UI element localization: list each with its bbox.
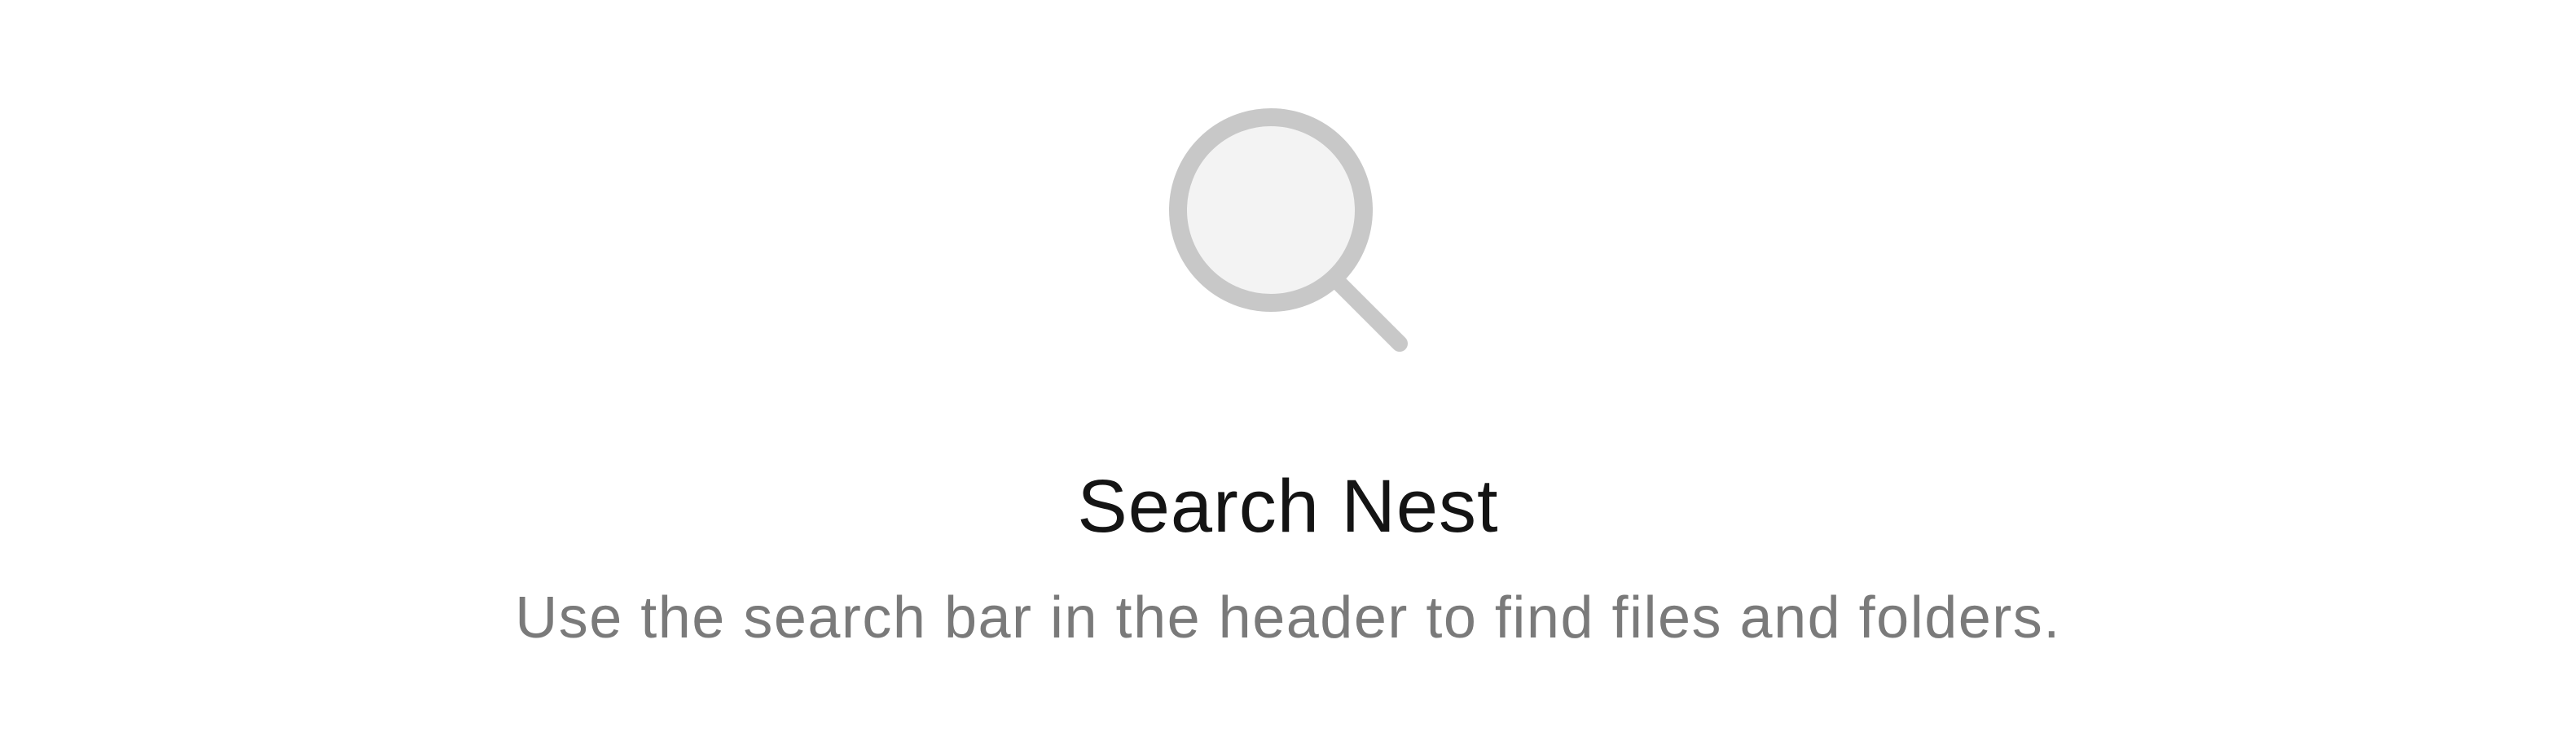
magnifier-handle xyxy=(1330,274,1408,352)
empty-state-title: Search Nest xyxy=(1077,465,1499,548)
magnifier-lens xyxy=(1169,108,1373,312)
empty-state-message: Use the search bar in the header to find… xyxy=(515,585,2061,651)
search-empty-state: Search Nest Use the search bar in the he… xyxy=(0,0,2576,736)
magnifying-glass-graphic xyxy=(1169,108,1408,352)
search-icon xyxy=(1157,101,1418,361)
